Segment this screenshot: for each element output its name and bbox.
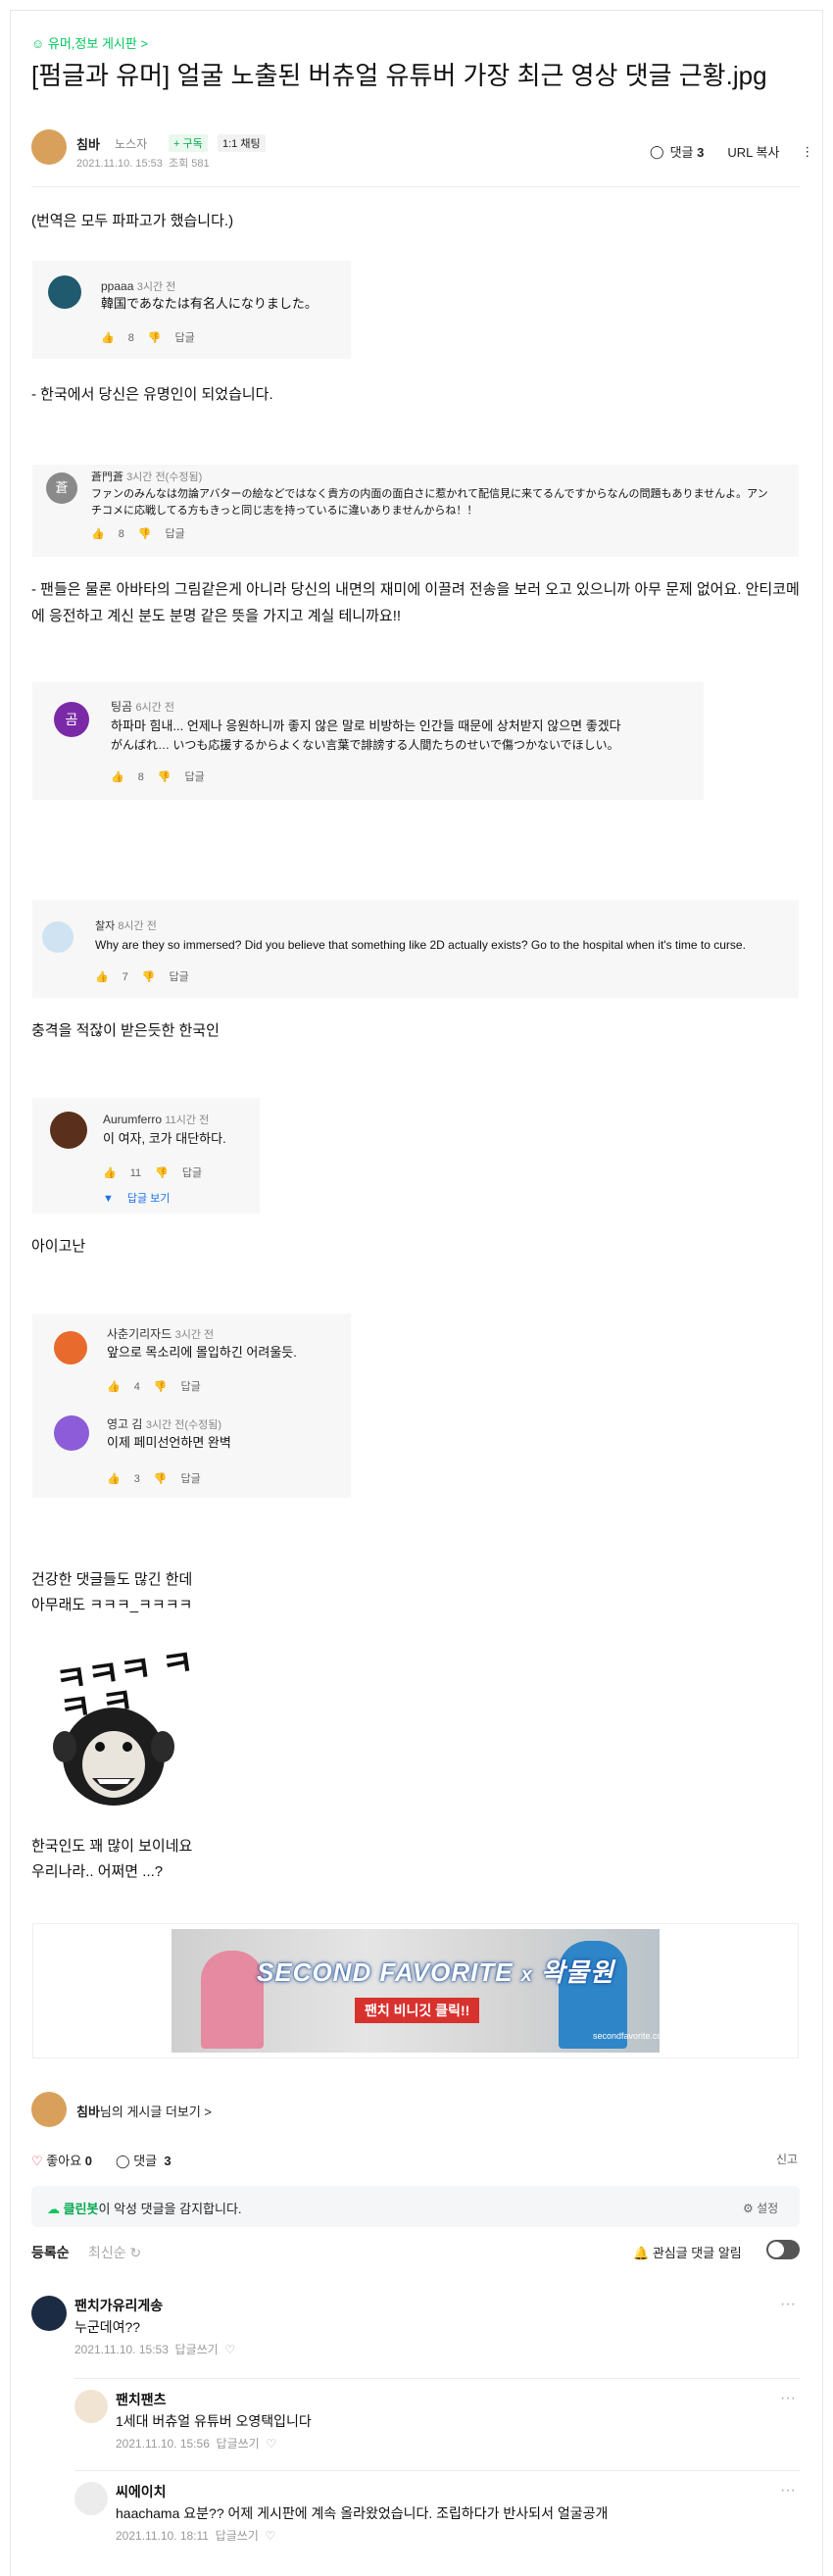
author-avatar[interactable]	[31, 129, 67, 165]
chevron-down-icon: ▼	[103, 1193, 114, 1205]
category-icon: ☺	[31, 36, 48, 51]
notify-toggle[interactable]	[766, 2240, 800, 2259]
comment-count-button[interactable]: ◯ 댓글 3	[116, 2151, 172, 2169]
gear-icon: ⚙	[743, 2202, 754, 2215]
avatar	[54, 1415, 89, 1451]
cleanbot-icon: ☁	[47, 2202, 60, 2216]
heart-icon[interactable]: ♡	[224, 2343, 235, 2356]
translation-1: - 한국에서 당신은 유명인이 되었습니다.	[31, 386, 273, 403]
heart-icon: ♡	[31, 2154, 43, 2168]
avatar[interactable]	[31, 2296, 67, 2331]
avatar	[50, 1112, 87, 1149]
caption-5: 한국인도 꽤 많이 보이네요	[31, 1838, 193, 1855]
more-icon[interactable]: ···	[780, 2482, 796, 2500]
author-grade: 노스자	[115, 137, 148, 151]
author-name[interactable]: 침바	[76, 134, 100, 153]
comment-reply-item: 팬치팬츠 1세대 버츄얼 유튜버 오영택입니다 2021.11.10. 15:5…	[74, 2390, 800, 2458]
refresh-icon: ↻	[129, 2245, 142, 2260]
ad-title: SECOND FAVORITE x 왁물원	[257, 1957, 614, 1987]
avatar: 蒼	[46, 472, 77, 504]
post-meta: 2021.11.10. 15:53 조회 581	[76, 158, 210, 170]
more-icon[interactable]: ⋮	[801, 144, 813, 160]
divider	[31, 186, 800, 187]
reply-button[interactable]: 답글쓰기	[175, 2343, 219, 2356]
caption-1: 충격을 적잖이 받은듯한 한국인	[31, 1022, 220, 1039]
translation-2: - 팬들은 물론 아바타의 그림같은게 아니라 당신의 내면의 재미에 이끌려 …	[31, 581, 800, 624]
more-posts-link[interactable]: 침바님의 게시글 더보기 >	[76, 2102, 212, 2120]
cleanbot-message: ☁ 클린봇이 악성 댓글을 감지합니다.	[47, 2202, 242, 2216]
comment-icon: ◯	[116, 2154, 130, 2168]
comment-item: 팬치가유리게송 누군데여?? 2021.11.10. 15:53 답글쓰기 ♡ …	[31, 2296, 800, 2364]
url-copy-button[interactable]: URL 복사	[727, 142, 779, 161]
caption-3: 건강한 댓글들도 많긴 한데	[31, 1571, 193, 1588]
caption-6: 우리나라.. 어쩌면 ...?	[31, 1863, 164, 1880]
subscribe-button[interactable]: + 구독	[169, 134, 208, 152]
thumbs-down-icon: 👎	[147, 332, 162, 344]
comment-reply-item: 씨에이치 haachama 요분?? 어제 게시판에 계속 올라왔었습니다. 조…	[74, 2482, 800, 2551]
report-button[interactable]: 신고	[776, 2151, 798, 2167]
avatar	[54, 1331, 87, 1364]
avatar	[48, 275, 81, 309]
comment-icon: ◯	[650, 143, 664, 159]
like-button[interactable]: ♡ 좋아요 0	[31, 2151, 92, 2169]
avatar	[42, 921, 74, 953]
category-link[interactable]: ☺ 유머,정보 게시판 >	[31, 33, 148, 52]
avatar[interactable]	[74, 2390, 108, 2423]
screenshot-comment-1: ppaaa 3시간 전 韓国であなたは有名人になりました。 👍 8 👎 답글	[32, 261, 351, 359]
reply-button[interactable]: 답글쓰기	[216, 2529, 259, 2543]
heart-icon[interactable]: ♡	[266, 2529, 276, 2543]
screenshot-comment-5: Aurumferro 11시간 전 이 여자, 코가 대단하다. 👍 11 👎 답글 …	[32, 1098, 260, 1214]
comment-link[interactable]: 댓글 3	[670, 142, 705, 161]
more-icon[interactable]: ···	[780, 2390, 796, 2407]
bell-icon: 🔔	[633, 2246, 650, 2260]
sort-registered-tab[interactable]: 등록순	[31, 2243, 70, 2262]
cleanbot-settings-button[interactable]: ⚙ 설정	[743, 2200, 778, 2216]
caption-4: 아무래도 ㅋㅋㅋ_ㅋㅋㅋㅋ	[31, 1597, 193, 1613]
heart-icon[interactable]: ♡	[266, 2437, 276, 2451]
screenshot-comment-3: 곰 팅곰 6시간 전 하파마 힘내... 언제나 응원하니까 좋지 않은 말로 …	[32, 682, 704, 800]
sort-latest-tab[interactable]: 최신순 ↻	[88, 2243, 141, 2262]
post-actions: ◯ 댓글 3 URL 복사 ⋮	[650, 142, 813, 161]
ad-site-url: secondfavorite.co.kr	[593, 2031, 672, 2041]
chat-button[interactable]: 1:1 채팅	[218, 134, 266, 152]
footer-author-avatar[interactable]	[31, 2092, 67, 2127]
avatar[interactable]	[74, 2482, 108, 2515]
avatar: 곰	[54, 702, 89, 737]
divider	[74, 2470, 800, 2471]
intro-text: (번역은 모두 파파고가 했습니다.)	[31, 213, 234, 229]
reply-button[interactable]: 답글쓰기	[217, 2437, 260, 2451]
more-icon[interactable]: ···	[780, 2296, 796, 2313]
screenshot-comment-6: 사춘기리자드 3시간 전 앞으로 목소리에 몰입하긴 어려울듯. 👍 4 👎 답글 영…	[32, 1313, 351, 1498]
ad-figure-left	[201, 1951, 264, 2049]
ad-cta-button[interactable]: 팬치 비니깃 클릭!!	[355, 1998, 480, 2023]
divider	[74, 2378, 800, 2379]
notify-label: 🔔 관심글 댓글 알림	[633, 2246, 742, 2260]
screenshot-comment-4: 찰자 8시간 전 Why are they so immersed? Did y…	[32, 900, 799, 998]
screenshot-comment-2: 蒼 蒼門蒼 3시간 전(수정됨) ファンのみんなは勿論アバターの絵などではなく貴…	[32, 465, 799, 557]
thumbs-up-icon: 👍	[101, 332, 115, 344]
page-title: [펌글과 유머] 얼굴 노출된 버츄얼 유튜버 가장 최근 영상 댓글 근황.j…	[31, 61, 767, 90]
caption-2: 아이고난	[31, 1238, 86, 1255]
